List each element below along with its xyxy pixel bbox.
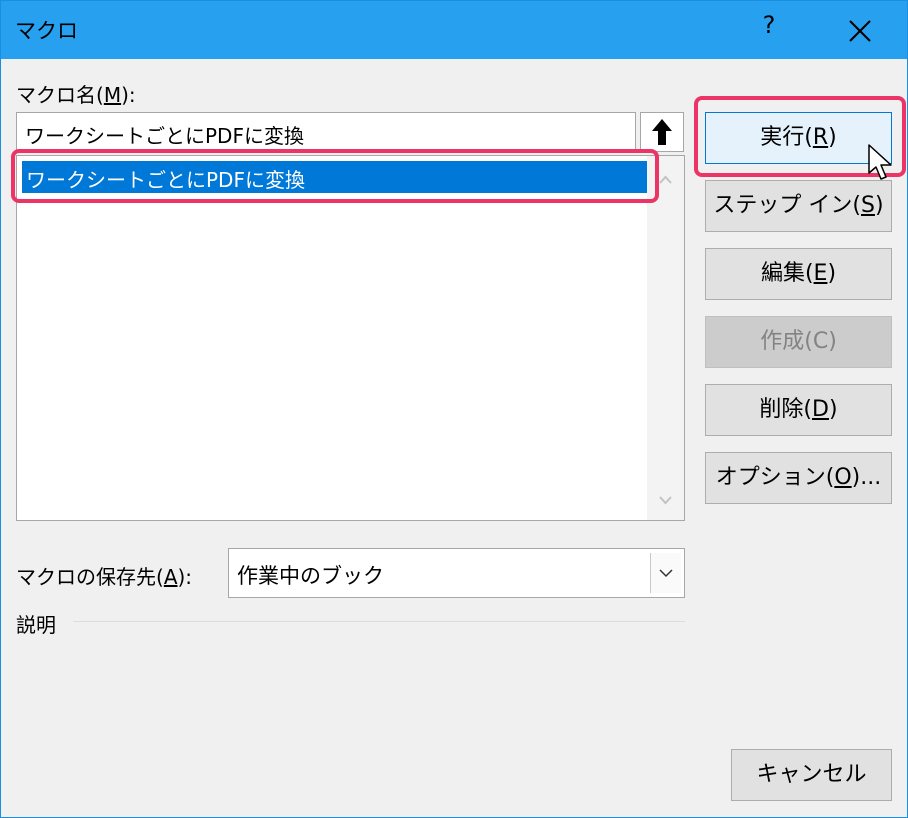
window-title: マクロ [15,19,78,43]
arrow-up-icon [652,119,672,145]
help-button[interactable]: ? [757,11,781,39]
store-location-label: マクロの保存先(A): [16,565,193,589]
store-dropdown-button[interactable] [650,553,681,593]
macro-name-input[interactable]: ワークシートごとにPDFに変換 [16,112,636,152]
store-location-value: 作業中のブック [237,564,384,588]
edit-button[interactable]: 編集(E) [705,248,892,300]
delete-button[interactable]: 削除(D) [705,384,892,436]
scrollbar[interactable] [647,156,684,520]
macro-dialog: マクロ ? マクロ名(M): ワークシートごとにPDFに変換 ワークシートごとに… [0,0,908,818]
scroll-down-button[interactable] [647,482,684,518]
list-item-highlight [11,149,659,203]
macro-list[interactable]: ワークシートごとにPDFに変換 [16,155,685,521]
options-button[interactable]: オプション(O)... [705,452,892,504]
close-button[interactable] [839,13,879,49]
title-bar: マクロ ? [1,1,907,59]
macro-name-label: マクロ名(M): [16,83,136,107]
create-button: 作成(C) [705,316,892,368]
move-up-button[interactable] [640,112,684,152]
description-separator [73,621,685,622]
mouse-cursor-icon [868,144,892,180]
step-in-button[interactable]: ステップ イン(S) [705,180,892,232]
chevron-down-icon [659,496,672,505]
close-icon [849,20,871,42]
description-label: 説明 [16,613,56,637]
cancel-button[interactable]: キャンセル [731,749,892,801]
store-location-select[interactable]: 作業中のブック [228,548,685,598]
chevron-down-icon [659,569,673,578]
